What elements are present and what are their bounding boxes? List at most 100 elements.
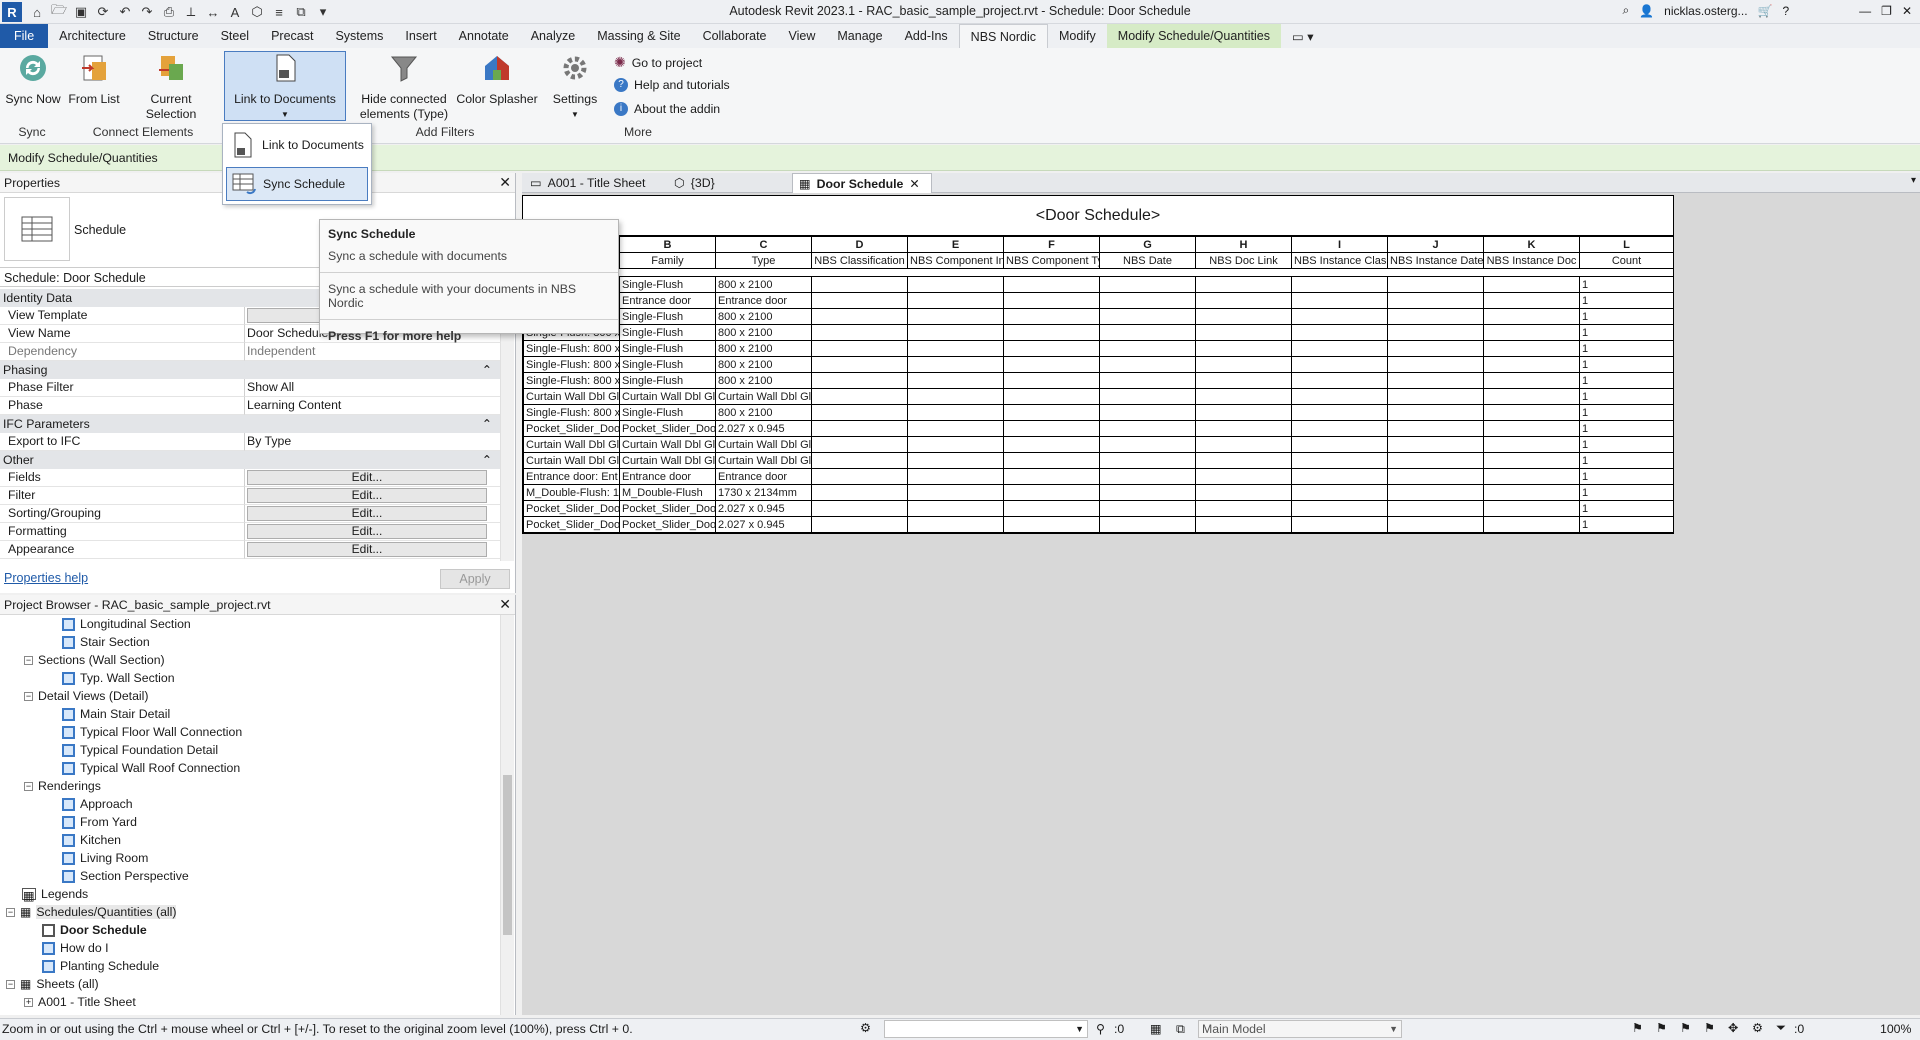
table-cell[interactable]: Pocket_Slider_Doo (523, 516, 620, 533)
table-cell[interactable]: Single-Flush (619, 308, 716, 325)
table-cell[interactable] (811, 372, 908, 389)
design-option-icon[interactable]: ⧉ (1176, 1022, 1185, 1037)
browser-group[interactable]: − ▦ Schedules/Quantities (all) (6, 903, 177, 921)
table-cell[interactable]: 800 x 2100 (715, 308, 812, 325)
table-cell[interactable] (1483, 404, 1580, 421)
table-cell[interactable] (1483, 356, 1580, 373)
table-cell[interactable]: Curtain Wall Dbl Gl (523, 436, 620, 453)
table-cell[interactable] (811, 340, 908, 357)
table-cell[interactable] (1483, 500, 1580, 517)
fields-edit-button[interactable]: Edit... (247, 470, 487, 485)
table-cell[interactable] (811, 484, 908, 501)
table-cell[interactable] (1003, 388, 1100, 405)
table-cell[interactable] (1195, 452, 1292, 469)
table-cell[interactable] (1195, 324, 1292, 341)
user-name[interactable]: nicklas.osterg... (1664, 4, 1747, 18)
table-cell[interactable]: 800 x 2100 (715, 324, 812, 341)
table-cell[interactable] (1387, 308, 1484, 325)
collapse-icon[interactable]: − (6, 979, 15, 989)
table-cell[interactable] (811, 420, 908, 437)
section-ifc[interactable]: IFC Parameters ⌃ (0, 415, 500, 433)
table-cell[interactable] (1387, 292, 1484, 309)
table-cell[interactable]: Curtain Wall Dbl Gl (619, 388, 716, 405)
cart-icon[interactable]: 🛒 (1758, 4, 1773, 18)
table-cell[interactable]: Curtain Wall Dbl Gl (523, 452, 620, 469)
table-cell[interactable]: Curtain Wall Dbl Gl (715, 388, 812, 405)
column-letter[interactable]: B (619, 236, 716, 253)
table-cell[interactable] (811, 276, 908, 293)
table-cell[interactable] (1387, 436, 1484, 453)
table-cell[interactable] (1291, 468, 1388, 485)
table-cell[interactable]: 1 (1579, 308, 1674, 325)
table-cell[interactable]: Single-Flush (619, 324, 716, 341)
table-cell[interactable] (1195, 276, 1292, 293)
table-cell[interactable]: Pocket_Slider_Doo (523, 500, 620, 517)
tab-view[interactable]: View (778, 24, 827, 48)
about-addin-button[interactable]: i About the addin (614, 102, 720, 116)
collapse-icon[interactable]: − (24, 691, 33, 701)
browser-group[interactable]: ▦ Legends (22, 885, 88, 903)
tab-architecture[interactable]: Architecture (48, 24, 137, 48)
search-icon[interactable]: ⌕ (1622, 3, 1629, 18)
table-cell[interactable]: Entrance door: Ent (523, 468, 620, 485)
table-cell[interactable]: M_Double-Flush: 1 (523, 484, 620, 501)
column-letter[interactable]: J (1387, 236, 1484, 253)
browser-scrollbar[interactable] (500, 615, 514, 1015)
close-button[interactable]: ✕ (1902, 4, 1912, 18)
close-icon[interactable]: ✕ (499, 596, 511, 613)
table-cell[interactable]: Pocket_Slider_Doo (619, 516, 716, 533)
select-by-face-icon[interactable]: ⚑ (1704, 1021, 1715, 1035)
browser-group[interactable]: − Detail Views (Detail) (24, 687, 148, 705)
column-letter[interactable]: F (1003, 236, 1100, 253)
table-cell[interactable] (1003, 452, 1100, 469)
settings-button[interactable]: Settings ▼ (550, 52, 600, 122)
table-cell[interactable] (1195, 516, 1292, 533)
table-cell[interactable] (1003, 420, 1100, 437)
worksharing-icon[interactable]: ⚙ (860, 1021, 871, 1035)
section-phasing[interactable]: Phasing ⌃ (0, 361, 500, 379)
panel-toggle-icon[interactable]: ▭ ▾ (1281, 24, 1325, 48)
design-options-icon[interactable]: ▦ (1150, 1022, 1162, 1036)
table-cell[interactable] (1195, 388, 1292, 405)
design-option-select[interactable]: Main Model ▼ (1198, 1020, 1402, 1038)
table-cell[interactable] (1291, 340, 1388, 357)
table-cell[interactable] (1003, 500, 1100, 517)
table-cell[interactable] (907, 484, 1004, 501)
column-letter[interactable]: H (1195, 236, 1292, 253)
table-cell[interactable]: 2.027 x 0.945 (715, 516, 812, 533)
tab-collaborate[interactable]: Collaborate (692, 24, 778, 48)
collapse-icon[interactable]: ⌃ (482, 451, 492, 469)
column-header[interactable]: Type (715, 252, 812, 269)
table-cell[interactable] (1003, 516, 1100, 533)
table-cell[interactable]: 800 x 2100 (715, 356, 812, 373)
table-cell[interactable] (811, 516, 908, 533)
prop-export-ifc[interactable]: Export to IFC By Type (0, 433, 500, 451)
table-cell[interactable] (1291, 356, 1388, 373)
prop-phase-filter[interactable]: Phase Filter Show All (0, 379, 500, 397)
table-cell[interactable] (907, 468, 1004, 485)
table-cell[interactable] (1387, 276, 1484, 293)
hide-connected-button[interactable]: Hide connected elements (Type) (356, 52, 452, 122)
browser-group[interactable]: − Sections (Wall Section) (24, 651, 165, 669)
table-cell[interactable] (1099, 452, 1196, 469)
browser-item[interactable]: Typical Floor Wall Connection (62, 723, 242, 741)
table-cell[interactable]: Entrance door (619, 468, 716, 485)
table-cell[interactable] (1003, 468, 1100, 485)
table-cell[interactable] (1099, 276, 1196, 293)
table-cell[interactable] (907, 388, 1004, 405)
color-splasher-button[interactable]: Color Splasher (454, 52, 540, 107)
table-cell[interactable]: 1 (1579, 452, 1674, 469)
select-underlay-icon[interactable]: ⚑ (1656, 1021, 1667, 1035)
table-cell[interactable] (1195, 420, 1292, 437)
sorting-edit-button[interactable]: Edit... (247, 506, 487, 521)
table-cell[interactable] (1483, 516, 1580, 533)
view-tab-3d[interactable]: ⬡ {3D} (668, 173, 768, 193)
table-cell[interactable]: Single-Flush: 800 x (523, 356, 620, 373)
table-cell[interactable] (1195, 292, 1292, 309)
table-cell[interactable] (1483, 484, 1580, 501)
table-cell[interactable] (907, 500, 1004, 517)
table-cell[interactable] (1099, 292, 1196, 309)
table-cell[interactable] (1195, 468, 1292, 485)
table-cell[interactable] (907, 372, 1004, 389)
table-cell[interactable] (1003, 436, 1100, 453)
